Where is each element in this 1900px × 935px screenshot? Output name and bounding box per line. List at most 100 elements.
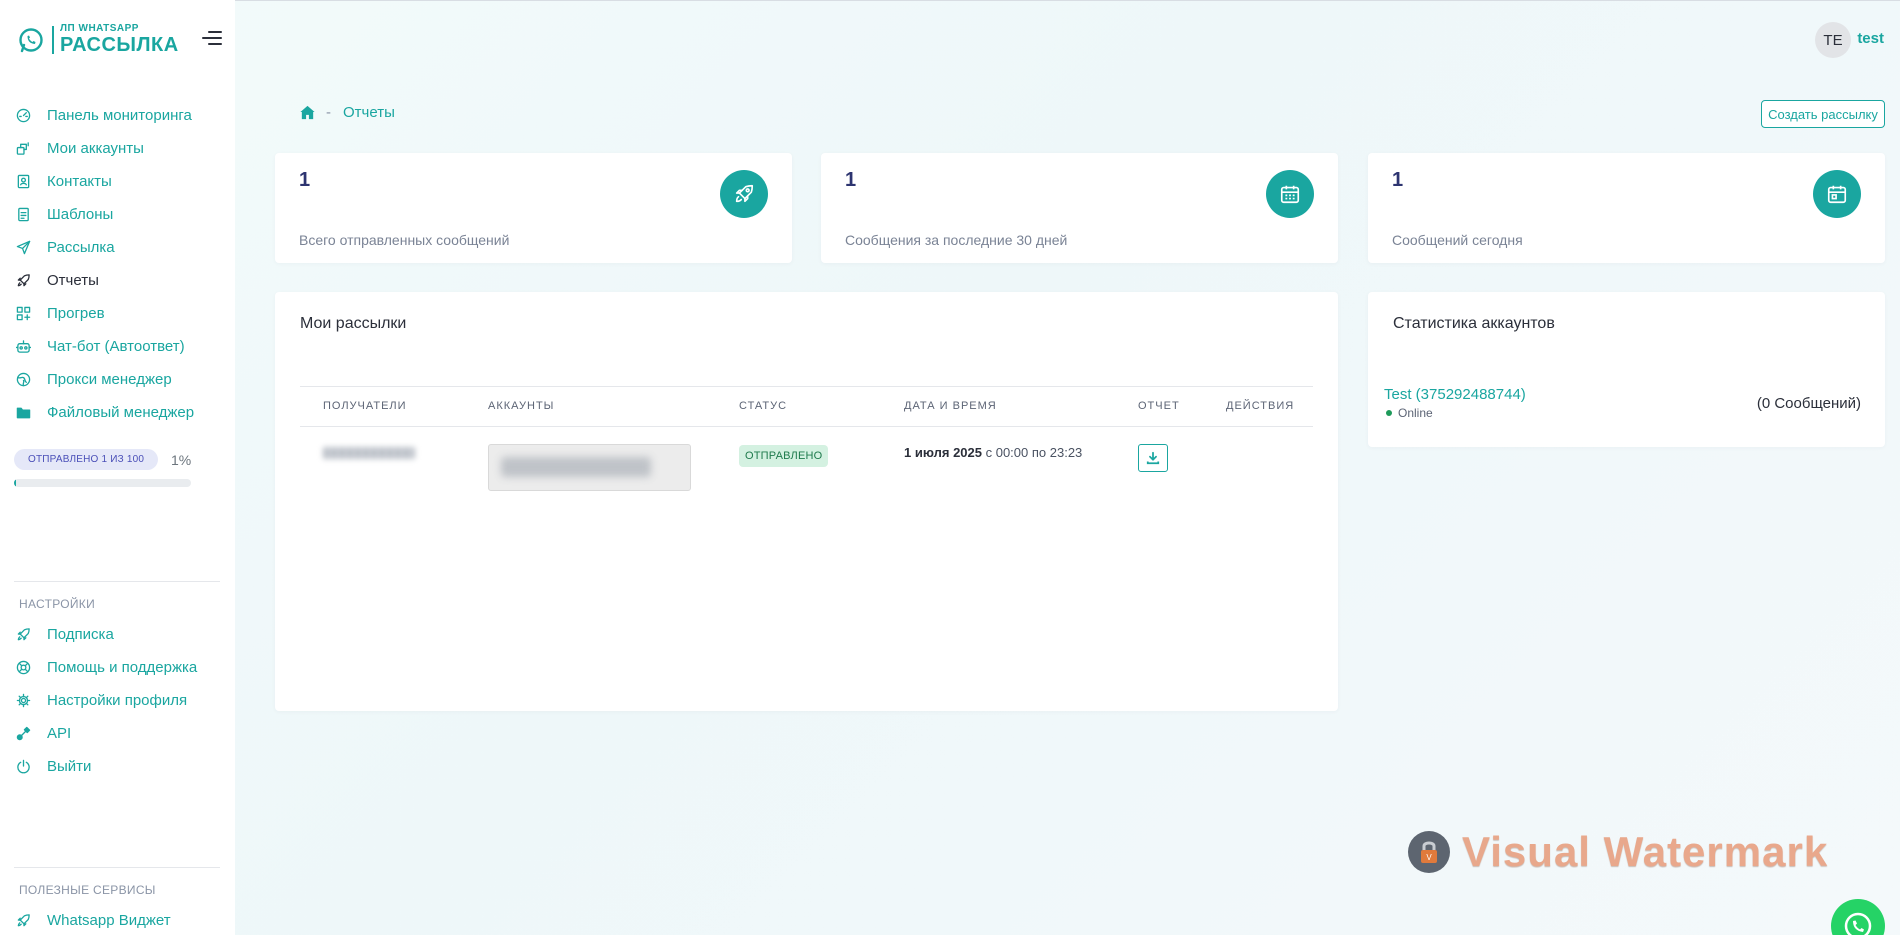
account-status: Online (1386, 406, 1433, 420)
column-header[interactable]: ДЕЙСТВИЯ (1226, 400, 1294, 412)
download-report-button[interactable] (1138, 444, 1168, 472)
sidebar-item-settings-2[interactable]: Настройки профиля (0, 684, 235, 717)
breadcrumb-current: Отчеты (343, 104, 395, 121)
sidebar-item-label: Выйти (47, 758, 92, 775)
sidebar-item-settings-4[interactable]: Выйти (0, 750, 235, 783)
column-header[interactable]: ОТЧЕТ (1138, 400, 1180, 412)
quota-bar (14, 479, 191, 487)
sidebar-item-label: Рассылка (47, 239, 115, 256)
stat-card-today: 1 Сообщений сегодня (1368, 153, 1885, 263)
sidebar-item-main-4[interactable]: Рассылка (0, 231, 235, 264)
sidebar-item-main-7[interactable]: Чат-бот (Автоответ) (0, 330, 235, 363)
account-stats-card: Статистика аккаунтов Test (375292488744)… (1368, 292, 1885, 447)
send-icon (14, 239, 32, 257)
robot-icon (14, 338, 32, 356)
calendar-icon (1266, 170, 1314, 218)
globe-icon (14, 371, 32, 389)
stat-label: Сообщения за последние 30 дней (845, 232, 1068, 248)
sidebar-item-label: Прогрев (47, 305, 105, 322)
sidebar-item-main-1[interactable]: Мои аккаунты (0, 132, 235, 165)
sidebar: ЛП WHATSAPP РАССЫЛКА Панель мониторинга М… (0, 0, 235, 935)
contacts-icon (14, 173, 32, 191)
support-icon (14, 659, 32, 677)
warmup-icon (14, 305, 32, 323)
whatsapp-logo-icon (19, 27, 43, 52)
services-nav: Whatsapp Виджет (0, 904, 235, 935)
sidebar-item-settings-1[interactable]: Помощь и поддержка (0, 651, 235, 684)
sidebar-item-services-0[interactable]: Whatsapp Виджет (0, 904, 235, 935)
sidebar-item-label: Помощь и поддержка (47, 659, 198, 676)
gear-icon (14, 692, 32, 710)
sidebar-item-label: Отчеты (47, 272, 99, 289)
accounts-cell-blurred (488, 444, 691, 491)
download-icon (1146, 451, 1160, 465)
services-title: ПОЛЕЗНЫЕ СЕРВИСЫ (19, 883, 156, 897)
username[interactable]: test (1857, 30, 1884, 47)
sidebar-item-main-0[interactable]: Панель мониторинга (0, 99, 235, 132)
account-message-count: (0 Сообщений) (1756, 395, 1861, 412)
stat-card-total: 1 Всего отправленных сообщений (275, 153, 792, 263)
sidebar-item-label: Мои аккаунты (47, 140, 144, 157)
sidebar-item-label: Контакты (47, 173, 112, 190)
stat-value: 1 (299, 169, 311, 191)
table-header: ПОЛУЧАТЕЛИ АККАУНТЫ СТАТУС ДАТА И ВРЕМЯ … (300, 386, 1313, 427)
menu-toggle-icon[interactable] (202, 31, 222, 47)
quota-progress: ОТПРАВЛЕНО 1 ИЗ 100 1% (14, 449, 191, 487)
quota-percent: 1% (171, 452, 192, 468)
column-header[interactable]: ДАТА И ВРЕМЯ (904, 400, 997, 412)
create-mailing-button[interactable]: Создать рассылку (1761, 100, 1885, 128)
sidebar-item-settings-3[interactable]: API (0, 717, 235, 750)
stat-label: Сообщений сегодня (1392, 232, 1523, 248)
online-dot-icon (1386, 410, 1392, 416)
main-nav: Панель мониторинга Мои аккаунты Контакты Ша… (0, 99, 235, 429)
sidebar-item-settings-0[interactable]: Подписка (0, 618, 235, 651)
sidebar-item-main-3[interactable]: Шаблоны (0, 198, 235, 231)
stat-label: Всего отправленных сообщений (299, 232, 510, 248)
whatsapp-chat-button[interactable] (1831, 899, 1885, 935)
account-link[interactable]: Test (375292488744) (1384, 386, 1526, 403)
svg-text:V: V (1426, 853, 1432, 862)
stat-value: 1 (845, 169, 857, 191)
quota-bar-fill (14, 479, 16, 487)
column-header[interactable]: АККАУНТЫ (488, 400, 554, 412)
sidebar-item-main-9[interactable]: Файловый менеджер (0, 396, 235, 429)
sidebar-item-label: Файловый менеджер (47, 404, 195, 421)
calendar-icon (1813, 170, 1861, 218)
watermark: V Visual Watermark (1408, 828, 1828, 876)
rocket-icon (14, 272, 32, 290)
column-header[interactable]: ПОЛУЧАТЕЛИ (323, 400, 407, 412)
sidebar-item-label: Чат-бот (Автоответ) (47, 338, 185, 355)
logo[interactable]: ЛП WHATSAPP РАССЫЛКА (18, 24, 179, 55)
sidebar-item-label: API (47, 725, 72, 742)
sidebar-item-label: Whatsapp Виджет (47, 912, 171, 929)
folder-icon (14, 404, 32, 422)
breadcrumb-separator: - (326, 104, 331, 121)
logo-separator (52, 25, 54, 54)
settings-divider (14, 581, 220, 582)
settings-nav: Подписка Помощь и поддержка Настройки проф… (0, 618, 235, 783)
sidebar-item-label: Подписка (47, 626, 114, 643)
rocket-icon (14, 626, 32, 644)
sidebar-item-label: Прокси менеджер (47, 371, 172, 388)
logo-text: ЛП WHATSAPP РАССЫЛКА (60, 23, 179, 56)
sidebar-item-label: Панель мониторинга (47, 107, 192, 124)
mailings-card: Мои рассылки ПОЛУЧАТЕЛИ АККАУНТЫ СТАТУС … (275, 292, 1338, 711)
sidebar-item-main-6[interactable]: Прогрев (0, 297, 235, 330)
accounts-icon (14, 140, 32, 158)
sidebar-item-main-8[interactable]: Прокси менеджер (0, 363, 235, 396)
settings-title: НАСТРОЙКИ (19, 597, 96, 611)
column-header[interactable]: СТАТУС (739, 400, 787, 412)
api-icon (14, 725, 32, 743)
quota-badge: ОТПРАВЛЕНО 1 ИЗ 100 (14, 449, 159, 470)
avatar[interactable]: TE (1815, 22, 1851, 58)
lock-icon: V (1408, 831, 1450, 873)
templates-icon (14, 206, 32, 224)
account-stats-title: Статистика аккаунтов (1393, 315, 1555, 332)
stat-card-30-days: 1 Сообщения за последние 30 дней (821, 153, 1338, 263)
sidebar-item-main-2[interactable]: Контакты (0, 165, 235, 198)
sidebar-item-label: Настройки профиля (47, 692, 188, 709)
sidebar-item-main-5[interactable]: Отчеты (0, 264, 235, 297)
rocket-icon (14, 912, 32, 930)
date-cell: 1 июля 2025 с 00:00 по 23:23 (904, 445, 1083, 460)
home-icon[interactable] (299, 104, 316, 121)
